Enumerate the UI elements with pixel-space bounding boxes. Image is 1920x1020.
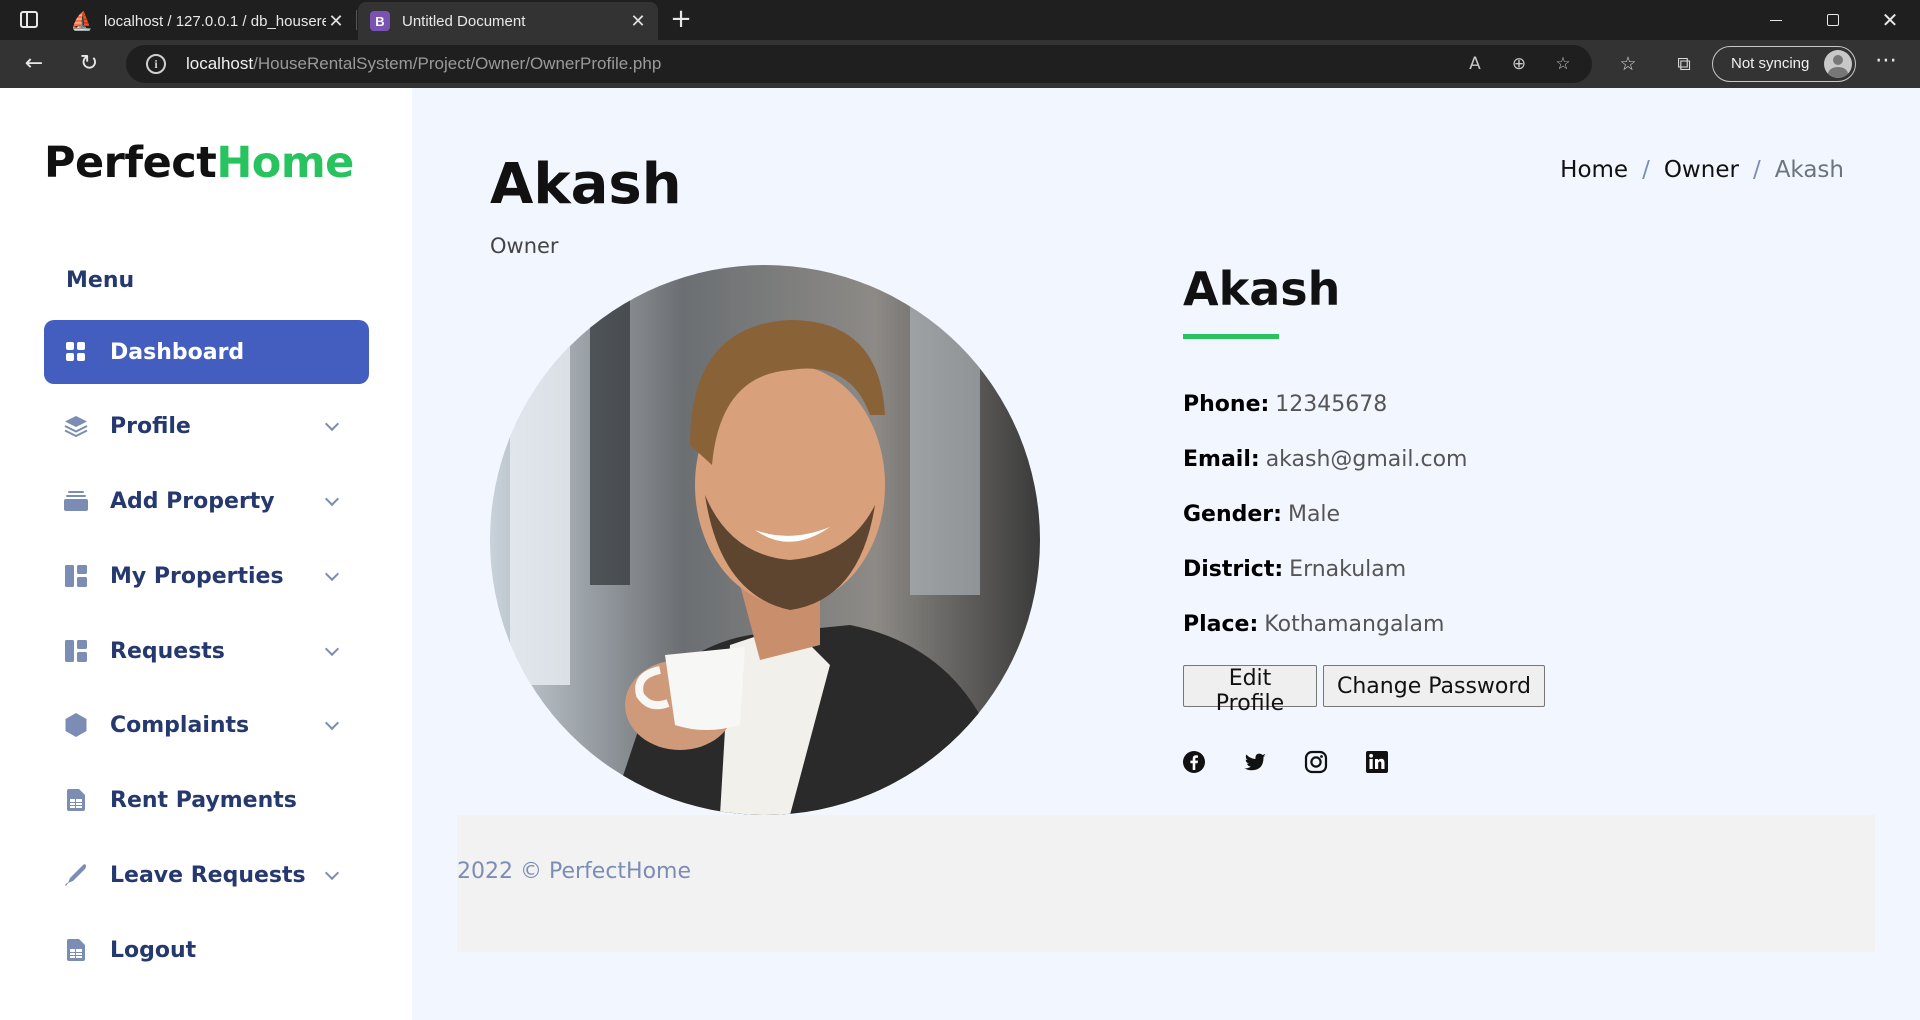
sidebar-item-label: Complaints <box>110 712 250 738</box>
info-place: Place: Kothamangalam <box>1183 612 1445 637</box>
sidebar-item-label: Leave Requests <box>110 862 306 888</box>
phpmyadmin-icon: ⛵ <box>70 10 94 31</box>
linkedin-icon[interactable] <box>1365 750 1389 774</box>
url-field[interactable]: i localhost/HouseRentalSystem/Project/Ow… <box>126 45 1592 83</box>
grid-icon <box>64 340 88 364</box>
sidebar-item-dashboard[interactable]: Dashboard <box>44 320 369 384</box>
info-district: District: Ernakulam <box>1183 557 1407 582</box>
breadcrumb-separator: / <box>1752 157 1761 183</box>
minimize-button[interactable] <box>1748 0 1804 40</box>
sidebar-item-complaints[interactable]: Complaints <box>44 693 369 757</box>
name-underline <box>1183 334 1279 339</box>
bootstrap-icon: B <box>370 11 390 31</box>
site-logo[interactable]: PerfectHome <box>44 138 354 188</box>
instagram-icon[interactable] <box>1304 750 1328 774</box>
tab-actions-icon[interactable] <box>20 11 38 28</box>
sidebar-item-label: Logout <box>110 937 197 963</box>
reload-button[interactable]: ↻ <box>73 48 105 80</box>
new-tab-button[interactable]: + <box>666 4 696 34</box>
menu-title: Menu <box>66 268 135 293</box>
footer: 2022 © PerfectHome <box>457 815 1875 952</box>
sidebar-item-label: Requests <box>110 638 225 664</box>
info-phone: Phone: 12345678 <box>1183 392 1388 417</box>
breadcrumb-current: Akash <box>1774 157 1844 183</box>
sidebar: PerfectHome Menu Dashboard Profile Add P… <box>0 88 412 1020</box>
info-gender: Gender: Male <box>1183 502 1341 527</box>
breadcrumb-owner[interactable]: Owner <box>1664 157 1739 183</box>
more-options-icon[interactable]: ⋯ <box>1870 50 1902 78</box>
close-window-button[interactable]: ✕ <box>1862 0 1918 40</box>
browser-tab-active[interactable]: B Untitled Document ✕ <box>358 2 658 40</box>
collections-icon[interactable]: ⧉ <box>1670 52 1698 76</box>
sync-button[interactable]: Not syncing <box>1712 46 1856 82</box>
tab-title: localhost / 127.0.0.1 / db_houserental <box>104 12 326 30</box>
zoom-icon[interactable]: ⊕ <box>1506 52 1532 76</box>
favorites-icon[interactable]: ☆ <box>1614 52 1642 76</box>
pen-icon <box>64 863 88 887</box>
chevron-down-icon <box>325 494 339 508</box>
sidebar-item-label: My Properties <box>110 563 284 589</box>
url-text: localhost/HouseRentalSystem/Project/Owne… <box>186 54 662 73</box>
chevron-down-icon <box>325 868 339 882</box>
hexagon-icon <box>64 713 88 737</box>
breadcrumb: Home / Owner / Akash <box>1560 157 1844 183</box>
info-email: Email: akash@gmail.com <box>1183 447 1468 472</box>
page-title: Akash <box>490 152 682 217</box>
stack-icon <box>64 414 88 438</box>
tab-title: Untitled Document <box>402 12 526 30</box>
facebook-icon[interactable] <box>1182 750 1206 774</box>
spreadsheet-icon <box>64 938 88 962</box>
sidebar-item-label: Profile <box>110 413 191 439</box>
layout-icon <box>64 639 88 663</box>
sidebar-item-label: Dashboard <box>110 339 245 365</box>
sidebar-item-rent-payments[interactable]: Rent Payments <box>44 768 369 832</box>
profile-name: Akash <box>1183 262 1341 316</box>
browser-tab-phpmyadmin[interactable]: ⛵ localhost / 127.0.0.1 / db_houserental… <box>60 2 356 40</box>
chevron-down-icon <box>325 569 339 583</box>
read-aloud-icon[interactable]: A <box>1462 52 1488 76</box>
layout-icon <box>64 564 88 588</box>
twitter-icon[interactable] <box>1243 750 1267 774</box>
profile-avatar-icon <box>1824 50 1852 78</box>
page-subtitle: Owner <box>490 234 559 258</box>
change-password-button[interactable]: Change Password <box>1323 665 1545 707</box>
sidebar-item-profile[interactable]: Profile <box>44 394 369 458</box>
collection-icon <box>64 489 88 513</box>
chevron-down-icon <box>325 718 339 732</box>
sync-label: Not syncing <box>1731 55 1810 72</box>
close-tab-icon[interactable]: ✕ <box>628 11 648 32</box>
add-favorite-icon[interactable]: ☆ <box>1550 52 1576 76</box>
breadcrumb-separator: / <box>1642 157 1650 183</box>
tab-separator <box>356 10 357 30</box>
sidebar-item-add-property[interactable]: Add Property <box>44 469 369 533</box>
sidebar-item-leave-requests[interactable]: Leave Requests <box>44 843 369 907</box>
back-button[interactable]: ← <box>18 48 50 80</box>
sidebar-item-label: Rent Payments <box>110 787 297 813</box>
restore-button[interactable] <box>1804 0 1860 40</box>
close-tab-icon[interactable]: ✕ <box>326 11 346 32</box>
sidebar-item-my-properties[interactable]: My Properties <box>44 544 369 608</box>
browser-tab-bar: ⛵ localhost / 127.0.0.1 / db_houserental… <box>0 0 1920 40</box>
sidebar-item-logout[interactable]: Logout <box>44 918 369 982</box>
edit-profile-button[interactable]: Edit Profile <box>1183 665 1317 716</box>
breadcrumb-home[interactable]: Home <box>1560 157 1628 183</box>
sidebar-item-label: Add Property <box>110 488 275 514</box>
footer-text: 2022 © PerfectHome <box>457 859 692 884</box>
chevron-down-icon <box>325 644 339 658</box>
sidebar-item-requests[interactable]: Requests <box>44 619 369 683</box>
site-info-icon[interactable]: i <box>146 54 166 74</box>
chevron-down-icon <box>325 419 339 433</box>
profile-photo <box>490 265 1040 815</box>
spreadsheet-icon <box>64 788 88 812</box>
